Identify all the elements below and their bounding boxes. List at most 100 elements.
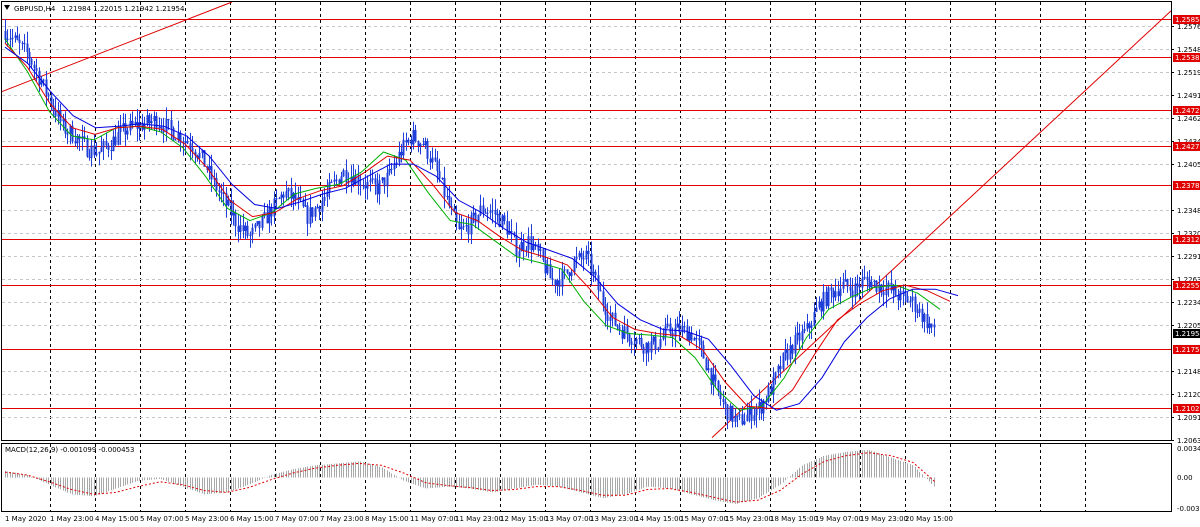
price-bar-body xyxy=(909,300,912,303)
price-bar-body xyxy=(882,291,885,296)
current-price-label: 1.21954 xyxy=(1175,330,1200,338)
price-bar-body xyxy=(575,256,578,260)
price-bar-body xyxy=(796,332,799,336)
price-bar-body xyxy=(410,139,413,145)
price-bar-body xyxy=(786,349,789,360)
price-bar-body xyxy=(842,281,845,289)
price-bar-body xyxy=(638,338,641,340)
price-bar-body xyxy=(592,271,595,274)
ma-mid-line xyxy=(4,42,951,410)
time-axis: 1 May 2020 1 May 23:00 4 May 15:00 5 May 07… xyxy=(5,515,953,523)
price-bar-body xyxy=(107,145,110,150)
price-bar-body xyxy=(35,68,38,71)
price-bar-body xyxy=(916,311,919,313)
price-bar-body xyxy=(318,206,321,212)
price-bar-body xyxy=(861,278,864,288)
price-bar-body xyxy=(126,130,129,135)
price-bar-body xyxy=(650,341,653,353)
price-bar-body xyxy=(429,158,432,163)
price-bar-body xyxy=(827,287,830,307)
price-bar-body xyxy=(897,295,900,301)
price-bar-body xyxy=(580,253,583,258)
price-bar-body xyxy=(479,205,482,216)
price-bar-body xyxy=(530,236,533,251)
x-tick-label: 1 May 2020 xyxy=(5,515,46,523)
price-level-label: 1.24727 xyxy=(1175,107,1200,115)
price-bar-body xyxy=(518,251,521,257)
price-bar-body xyxy=(609,316,612,321)
price-bar-body xyxy=(798,332,801,341)
price-bar-body xyxy=(282,194,285,198)
price-bar-body xyxy=(74,141,77,144)
price-bar-body xyxy=(184,141,187,143)
price-bar-body xyxy=(813,312,816,326)
price-bar-body xyxy=(359,184,362,186)
y-tick-label: 1.20915 xyxy=(1177,414,1200,422)
y-tick-label: 1.22915 xyxy=(1177,253,1200,261)
price-bar-body xyxy=(914,296,917,312)
price-bar-body xyxy=(654,336,657,351)
price-axis: 1.257651.254801.251951.249101.246251.243… xyxy=(1171,15,1200,513)
dropdown-triangle-icon[interactable] xyxy=(4,5,10,10)
price-bar-body xyxy=(590,253,593,274)
price-bar-body xyxy=(110,149,113,151)
price-bar-body xyxy=(153,116,156,122)
price-bar-body xyxy=(189,143,192,148)
price-bar-body xyxy=(741,414,744,425)
y-tick-label: 1.24055 xyxy=(1177,161,1200,169)
x-tick-label: 11 May 07:00 xyxy=(410,515,458,523)
x-tick-label: 5 May 23:00 xyxy=(185,515,229,523)
price-bar-body xyxy=(90,145,93,158)
price-bar-body xyxy=(870,281,873,288)
x-tick-label: 13 May 07:00 xyxy=(545,515,593,523)
price-bar-body xyxy=(743,421,746,425)
ma-slow-line xyxy=(4,46,959,411)
price-bar-body xyxy=(738,414,741,416)
x-tick-label: 7 May 23:00 xyxy=(320,515,364,523)
price-bar-body xyxy=(441,177,444,179)
price-level-label: 1.24275 xyxy=(1175,143,1200,151)
price-bar-body xyxy=(563,269,566,271)
price-bar-body xyxy=(390,168,393,170)
price-bar-body xyxy=(174,139,177,141)
price-bar-body xyxy=(928,323,931,329)
price-bar-body xyxy=(839,288,842,297)
price-bar-body xyxy=(578,253,581,257)
price-bar-body xyxy=(239,225,242,232)
price-bar-body xyxy=(462,226,465,228)
price-bar-body xyxy=(254,224,257,228)
price-bar-body xyxy=(832,290,835,298)
x-tick-label: 6 May 15:00 xyxy=(230,515,274,523)
price-bar-body xyxy=(16,35,19,40)
macd-tick-label: 0.003401 xyxy=(1177,445,1200,453)
price-bar-body xyxy=(777,365,780,373)
price-bar-body xyxy=(640,338,643,347)
price-bar-body xyxy=(129,120,132,131)
price-bar-body xyxy=(484,212,487,214)
price-bar-body xyxy=(791,345,794,354)
price-bar-body xyxy=(280,194,283,199)
price-bar-body xyxy=(146,115,149,124)
price-bar-body xyxy=(100,147,103,152)
price-bar-body xyxy=(618,326,621,331)
price-bar-body xyxy=(328,182,331,192)
price-bar-body xyxy=(424,141,427,146)
price-bar-body xyxy=(402,139,405,156)
price-bar-body xyxy=(686,326,689,341)
ohlc-values: 1.21984 1.22015 1.21942 1.21954 xyxy=(62,5,185,13)
price-bar-body xyxy=(666,323,669,327)
price-bar-body xyxy=(844,279,847,282)
price-level-label: 1.21029 xyxy=(1175,405,1200,413)
price-bar-body xyxy=(98,151,101,154)
price-bar-body xyxy=(472,212,475,216)
price-bar-body xyxy=(465,225,468,227)
price-bar-body xyxy=(33,64,36,69)
x-tick-label: 7 May 07:00 xyxy=(275,515,319,523)
x-tick-label: 20 May 15:00 xyxy=(905,515,953,523)
price-bar-body xyxy=(652,336,655,342)
price-bar-body xyxy=(386,172,389,187)
price-bar-body xyxy=(525,249,528,251)
price-bar-body xyxy=(244,225,247,231)
price-bar-body xyxy=(383,177,386,187)
price-bar-body xyxy=(885,287,888,296)
